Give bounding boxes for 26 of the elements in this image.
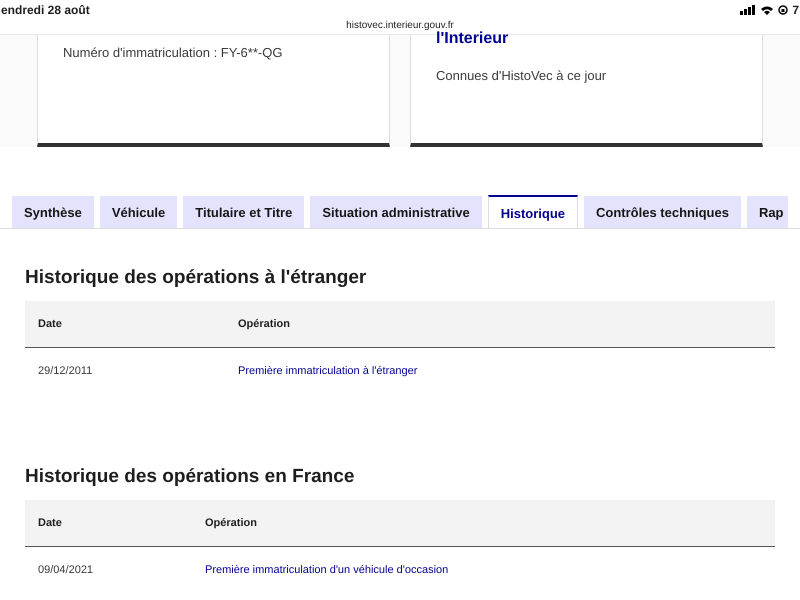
tab[interactable]: Contrôles techniques: [584, 196, 741, 228]
column-header: Date: [25, 301, 225, 348]
column-header: Opération: [225, 301, 775, 348]
section-heading: Historique des opérations à l'étranger: [25, 267, 368, 289]
card-text: Numéro d'immatriculation : FY-6**-QG: [63, 45, 284, 60]
tab[interactable]: Synthèse: [12, 196, 94, 228]
operation-link[interactable]: Première immatriculation à l'étranger: [238, 365, 418, 377]
tab[interactable]: Situation administrative: [310, 196, 482, 228]
battery-percent: 7: [792, 3, 799, 17]
date-cell: 09/04/2021: [38, 564, 94, 576]
column-header: Opération: [192, 500, 775, 546]
url-text[interactable]: histovec.interieur.gouv.fr: [346, 20, 454, 31]
tab[interactable]: Historique: [488, 195, 578, 228]
date-cell: 29/12/2011: [38, 365, 92, 377]
tab[interactable]: Rap: [746, 196, 788, 228]
card-text: Connues d'HistoVec à ce jour: [436, 68, 608, 83]
operation-link[interactable]: Première immatriculation d'un véhicule d'occasion: [205, 564, 448, 576]
status-date: endredi 28 août: [1, 3, 90, 17]
rotation-lock-icon: [778, 5, 788, 15]
wifi-icon: [760, 5, 774, 15]
column-header: Date: [25, 500, 192, 546]
section-heading: Historique des opérations en France: [25, 466, 356, 488]
tab[interactable]: Titulaire et Titre: [183, 196, 304, 228]
signal-icon: [740, 5, 756, 15]
tab[interactable]: Véhicule: [100, 196, 178, 228]
card-title: l'Interieur: [436, 31, 508, 47]
